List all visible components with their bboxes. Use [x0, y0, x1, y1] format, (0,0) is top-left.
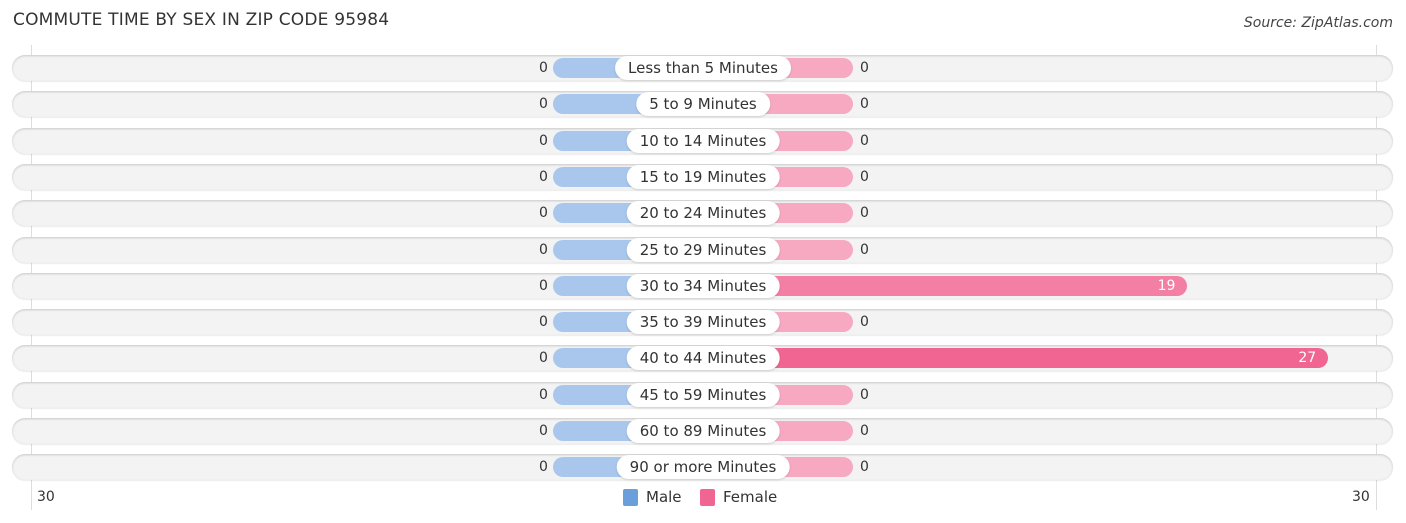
male-value: 0	[539, 241, 548, 258]
legend-male: Male	[623, 488, 682, 506]
male-value: 0	[539, 205, 548, 222]
male-value: 0	[539, 277, 548, 294]
male-value: 0	[539, 459, 548, 476]
legend-male-swatch	[623, 488, 638, 506]
male-value: 0	[539, 386, 548, 403]
female-value: 0	[860, 205, 869, 222]
right-axis-tick: 30	[1352, 489, 1370, 505]
male-value: 0	[539, 96, 548, 113]
female-value: 0	[860, 60, 869, 76]
female-value: 0	[860, 96, 869, 113]
female-value: 0	[860, 423, 869, 439]
female-value: 27	[1298, 350, 1317, 367]
chart-root: COMMUTE TIME BY SEX IN ZIP CODE 95984 So…	[0, 0, 1406, 523]
female-value: 0	[860, 132, 869, 149]
female-value: 19	[1157, 277, 1176, 294]
category-label: Less than 5 Minutes	[615, 56, 791, 80]
male-value: 0	[539, 314, 548, 331]
source-label: Source: ZipAtlas.com	[1243, 15, 1393, 31]
category-label: 45 to 59 Minutes	[626, 382, 780, 407]
female-bar	[703, 348, 1329, 369]
legend-female-label: Female	[723, 488, 778, 506]
category-label: 20 to 24 Minutes	[626, 201, 780, 226]
legend-female: Female	[700, 488, 777, 506]
male-value: 0	[539, 350, 548, 367]
male-value: 0	[539, 60, 548, 76]
male-value: 0	[539, 423, 548, 439]
category-label: 40 to 44 Minutes	[626, 346, 780, 371]
legend-male-label: Male	[646, 488, 682, 506]
female-value: 0	[860, 168, 869, 185]
chart-title: COMMUTE TIME BY SEX IN ZIP CODE 95984	[13, 10, 390, 30]
category-label: 25 to 29 Minutes	[626, 237, 780, 262]
male-value: 0	[539, 132, 548, 149]
category-label: 30 to 34 Minutes	[626, 273, 780, 298]
female-value: 0	[860, 314, 869, 331]
category-label: 35 to 39 Minutes	[626, 310, 780, 335]
category-label: 10 to 14 Minutes	[626, 128, 780, 153]
category-label: 5 to 9 Minutes	[636, 92, 770, 117]
female-value: 0	[860, 459, 869, 476]
legend-female-swatch	[700, 488, 715, 506]
category-label: 15 to 19 Minutes	[626, 164, 780, 189]
left-axis-tick: 30	[37, 489, 55, 505]
category-label: 90 or more Minutes	[616, 455, 790, 480]
female-value: 0	[860, 241, 869, 258]
female-value: 0	[860, 386, 869, 403]
male-value: 0	[539, 168, 548, 185]
category-label: 60 to 89 Minutes	[626, 419, 780, 443]
